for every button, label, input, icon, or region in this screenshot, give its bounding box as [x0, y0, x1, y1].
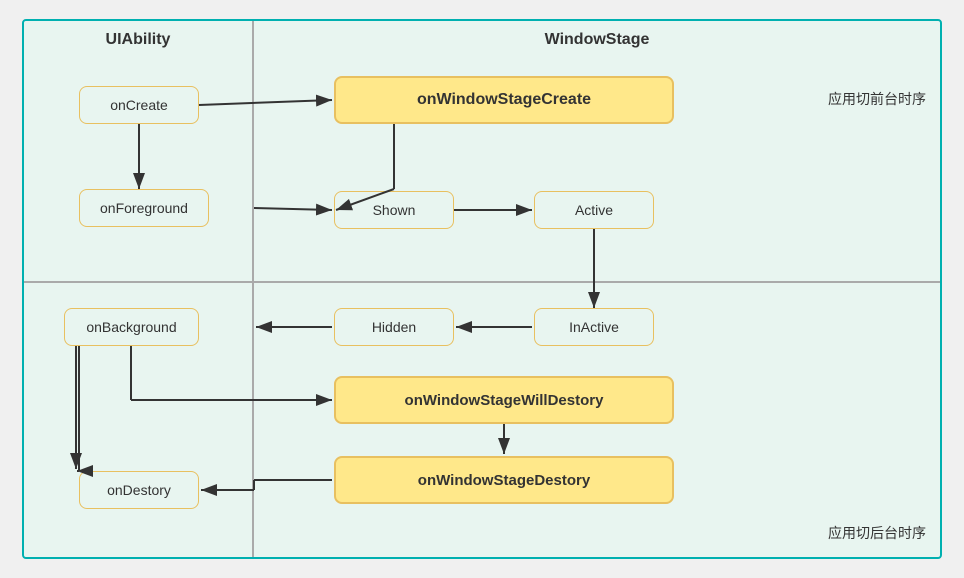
onforeground-box: onForeground	[79, 189, 209, 227]
ondestory-box: onDestory	[79, 471, 199, 509]
oncreate-box: onCreate	[79, 86, 199, 124]
label-bottom-right: 应用切后台时序	[828, 523, 926, 543]
shown-box: Shown	[334, 191, 454, 229]
left-title: UIAbility	[24, 21, 252, 54]
inactive-box: InActive	[534, 308, 654, 346]
right-title: WindowStage	[254, 21, 940, 54]
panel-left: UIAbility onCreate onForeground onBackgr…	[24, 21, 254, 557]
diagram-container: UIAbility onCreate onForeground onBackgr…	[22, 19, 942, 559]
onwindowstagedestory-box: onWindowStageDestory	[334, 456, 674, 504]
panel-right: WindowStage onWindowStageCreate Shown Ac…	[254, 21, 940, 557]
hidden-box: Hidden	[334, 308, 454, 346]
onwindowstagewilldestory-box: onWindowStageWillDestory	[334, 376, 674, 424]
active-box: Active	[534, 191, 654, 229]
onwindowstagecreate-box: onWindowStageCreate	[334, 76, 674, 124]
right-h-divider	[254, 281, 940, 283]
label-top-right: 应用切前台时序	[828, 89, 926, 109]
h-divider	[24, 281, 252, 283]
onbackground-box: onBackground	[64, 308, 199, 346]
